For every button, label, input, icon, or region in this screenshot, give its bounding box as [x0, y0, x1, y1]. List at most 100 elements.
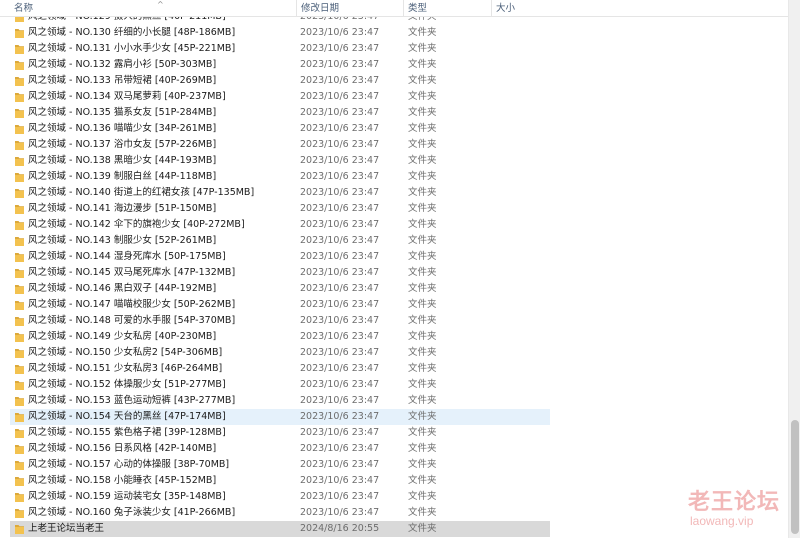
folder-icon [15, 92, 24, 102]
file-row[interactable]: 风之领域 - NO.140 街道上的红裙女孩 [47P-135MB] 2023/1… [0, 185, 788, 201]
file-row[interactable]: 风之领域 - NO.134 双马尾萝莉 [40P-237MB] 2023/10/6… [0, 89, 788, 105]
file-type: 文件夹 [408, 411, 437, 422]
file-row[interactable]: 风之领域 - NO.151 少女私房3 [46P-264MB] 2023/10/6… [0, 361, 788, 377]
file-row[interactable]: 风之领域 - NO.144 湿身死库水 [50P-175MB] 2023/10/6… [0, 249, 788, 265]
file-name: 风之领域 - NO.131 小小水手少女 [45P-221MB] [28, 43, 236, 54]
file-row[interactable]: 风之领域 - NO.154 天台的黑丝 [47P-174MB] 2023/10/6… [0, 409, 788, 425]
file-name: 风之领域 - NO.146 黑白双子 [44P-192MB] [28, 283, 217, 294]
file-row[interactable]: 上老王论坛当老王 2024/8/16 20:55 文件夹 [0, 521, 788, 537]
folder-icon [15, 380, 24, 390]
file-row[interactable]: 风之领域 - NO.149 少女私房 [40P-230MB] 2023/10/6 … [0, 329, 788, 345]
folder-icon [15, 236, 24, 246]
folder-icon [15, 284, 24, 294]
folder-icon [15, 476, 24, 486]
column-header-name-label: 名称 [14, 3, 34, 14]
file-row[interactable]: 风之领域 - NO.158 小能睡衣 [45P-152MB] 2023/10/6 … [0, 473, 788, 489]
file-name: 风之领域 - NO.152 体操服少女 [51P-277MB] [28, 379, 226, 390]
file-row[interactable]: 风之领域 - NO.155 紫色格子裙 [39P-128MB] 2023/10/6… [0, 425, 788, 441]
vertical-scrollbar[interactable] [788, 0, 800, 538]
scrollbar-thumb[interactable] [791, 420, 799, 534]
folder-icon [15, 44, 24, 54]
file-type: 文件夹 [408, 59, 437, 70]
file-row[interactable]: 风之领域 - NO.131 小小水手少女 [45P-221MB] 2023/10/… [0, 41, 788, 57]
file-row[interactable]: 风之领域 - NO.157 心动的体操服 [38P-70MB] 2023/10/6… [0, 457, 788, 473]
file-row[interactable]: 风之领域 - NO.145 双马尾死库水 [47P-132MB] 2023/10/… [0, 265, 788, 281]
file-date: 2023/10/6 23:47 [300, 107, 380, 118]
file-date: 2023/10/6 23:47 [300, 315, 380, 326]
file-date: 2023/10/6 23:47 [300, 171, 380, 182]
file-name: 风之领域 - NO.159 运动装宅女 [35P-148MB] [28, 491, 226, 502]
file-type: 文件夹 [408, 139, 437, 150]
file-row[interactable]: 风之领域 - NO.159 运动装宅女 [35P-148MB] 2023/10/6… [0, 489, 788, 505]
file-row[interactable]: 风之领域 - NO.143 制服少女 [52P-261MB] 2023/10/6 … [0, 233, 788, 249]
file-date: 2023/10/6 23:47 [300, 251, 380, 262]
file-name: 风之领域 - NO.139 制服白丝 [44P-118MB] [28, 171, 217, 182]
file-date: 2023/10/6 23:47 [300, 187, 380, 198]
file-type: 文件夹 [408, 187, 437, 198]
file-row[interactable]: 风之领域 - NO.133 吊带短裙 [40P-269MB] 2023/10/6 … [0, 73, 788, 89]
file-type: 文件夹 [408, 91, 437, 102]
folder-icon [15, 60, 24, 70]
folder-icon [15, 444, 24, 454]
file-name: 风之领域 - NO.153 蓝色运动短裤 [43P-277MB] [28, 395, 236, 406]
file-date: 2023/10/6 23:47 [300, 43, 380, 54]
file-name: 风之领域 - NO.135 猫系女友 [51P-284MB] [28, 107, 217, 118]
file-name: 风之领域 - NO.144 湿身死库水 [50P-175MB] [28, 251, 226, 262]
file-row[interactable]: 风之领域 - NO.136 喵喵少女 [34P-261MB] 2023/10/6 … [0, 121, 788, 137]
sort-ascending-icon: ^ [157, 0, 164, 9]
file-date: 2023/10/6 23:47 [300, 139, 380, 150]
folder-icon [15, 28, 24, 38]
file-row[interactable]: 风之领域 - NO.141 海边漫步 [51P-150MB] 2023/10/6 … [0, 201, 788, 217]
file-name: 风之领域 - NO.156 日系风格 [42P-140MB] [28, 443, 217, 454]
folder-icon [15, 316, 24, 326]
file-name: 风之领域 - NO.143 制服少女 [52P-261MB] [28, 235, 217, 246]
file-name: 风之领域 - NO.150 少女私房2 [54P-306MB] [28, 347, 223, 358]
file-row[interactable]: 风之领域 - NO.148 可爱的水手服 [54P-370MB] 2023/10/… [0, 313, 788, 329]
file-row[interactable]: 风之领域 - NO.137 浴巾女友 [57P-226MB] 2023/10/6 … [0, 137, 788, 153]
watermark: 老王论坛 laowang.vip [682, 484, 782, 534]
file-name: 风之领域 - NO.157 心动的体操服 [38P-70MB] [28, 459, 230, 470]
file-type: 文件夹 [408, 299, 437, 310]
folder-icon [15, 396, 24, 406]
file-row[interactable]: 风之领域 - NO.135 猫系女友 [51P-284MB] 2023/10/6 … [0, 105, 788, 121]
column-header-size[interactable]: 大小 [491, 0, 551, 17]
file-row[interactable]: 风之领域 - NO.130 纤细的小长腿 [48P-186MB] 2023/10/… [0, 25, 788, 41]
file-row[interactable]: 风之领域 - NO.160 兔子泳装少女 [41P-266MB] 2023/10/… [0, 505, 788, 521]
file-date: 2023/10/6 23:47 [300, 219, 380, 230]
column-header-name[interactable]: 名称 ^ [10, 0, 296, 17]
folder-icon [15, 364, 24, 374]
file-date: 2023/10/6 23:47 [300, 235, 380, 246]
file-row[interactable]: 风之领域 - NO.150 少女私房2 [54P-306MB] 2023/10/6… [0, 345, 788, 361]
file-row[interactable]: 风之领域 - NO.147 喵喵校服少女 [50P-262MB] 2023/10/… [0, 297, 788, 313]
file-date: 2023/10/6 23:47 [300, 507, 380, 518]
file-row[interactable]: 风之领域 - NO.146 黑白双子 [44P-192MB] 2023/10/6 … [0, 281, 788, 297]
file-row[interactable]: 风之领域 - NO.139 制服白丝 [44P-118MB] 2023/10/6 … [0, 169, 788, 185]
folder-icon [15, 508, 24, 518]
file-date: 2023/10/6 23:47 [300, 379, 380, 390]
folder-icon [15, 300, 24, 310]
file-name: 风之领域 - NO.138 黑暗少女 [44P-193MB] [28, 155, 217, 166]
file-type: 文件夹 [408, 107, 437, 118]
file-row[interactable]: 风之领域 - NO.132 露肩小衫 [50P-303MB] 2023/10/6 … [0, 57, 788, 73]
file-row[interactable]: 风之领域 - NO.138 黑暗少女 [44P-193MB] 2023/10/6 … [0, 153, 788, 169]
folder-icon [15, 268, 24, 278]
file-name: 风之领域 - NO.151 少女私房3 [46P-264MB] [28, 363, 223, 374]
column-header-type[interactable]: 类型 [403, 0, 491, 17]
file-row[interactable]: 风之领域 - NO.156 日系风格 [42P-140MB] 2023/10/6 … [0, 441, 788, 457]
file-name: 风之领域 - NO.136 喵喵少女 [34P-261MB] [28, 123, 217, 134]
file-type: 文件夹 [408, 155, 437, 166]
file-row[interactable]: 风之领域 - NO.152 体操服少女 [51P-277MB] 2023/10/6… [0, 377, 788, 393]
file-date: 2023/10/6 23:47 [300, 283, 380, 294]
column-header-date[interactable]: 修改日期 [296, 0, 402, 17]
file-type: 文件夹 [408, 347, 437, 358]
folder-icon [15, 492, 24, 502]
file-row[interactable]: 风之领域 - NO.153 蓝色运动短裤 [43P-277MB] 2023/10/… [0, 393, 788, 409]
file-name: 风之领域 - NO.155 紫色格子裙 [39P-128MB] [28, 427, 226, 438]
folder-icon [15, 348, 24, 358]
file-date: 2023/10/6 23:47 [300, 299, 380, 310]
file-name: 风之领域 - NO.132 露肩小衫 [50P-303MB] [28, 59, 217, 70]
folder-icon [15, 412, 24, 422]
file-row[interactable]: 风之领域 - NO.142 伞下的旗袍少女 [40P-272MB] 2023/10… [0, 217, 788, 233]
file-type: 文件夹 [408, 459, 437, 470]
file-name: 风之领域 - NO.154 天台的黑丝 [47P-174MB] [28, 411, 226, 422]
